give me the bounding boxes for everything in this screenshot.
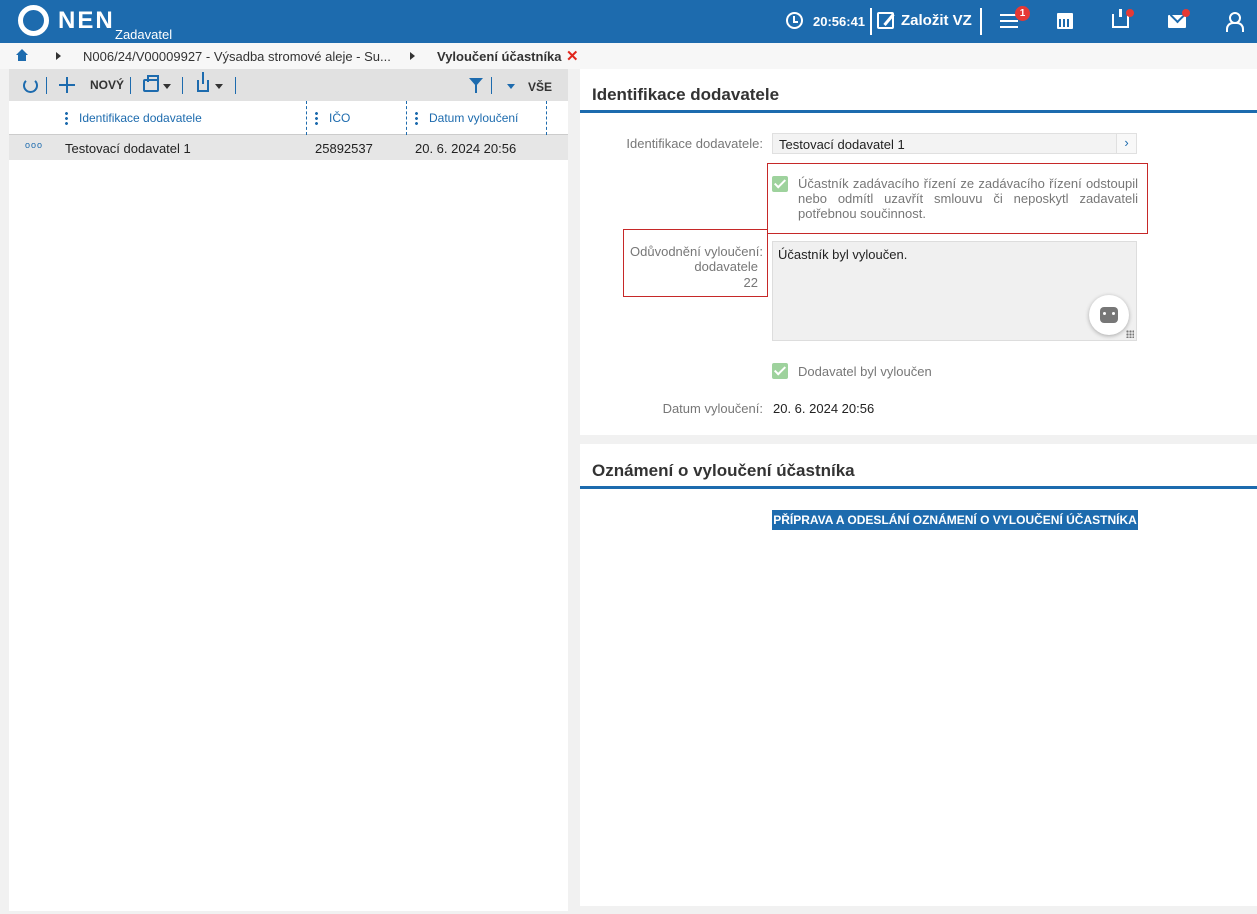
- send-exclusion-notice-button[interactable]: PŘÍPRAVA A ODESLÁNÍ OZNÁMENÍ O VYLOUČENÍ…: [772, 510, 1138, 530]
- mail-icon[interactable]: [1168, 15, 1186, 28]
- list-panel: NOVÝ VŠE Identifikace dodavatele IČO Dat…: [9, 69, 568, 911]
- divider: [130, 77, 131, 94]
- inbox-alert-dot: [1126, 9, 1134, 17]
- cell-supplier: Testovací dodavatel 1: [65, 141, 191, 156]
- chevron-down-icon[interactable]: [163, 84, 171, 89]
- divider: [980, 8, 982, 35]
- filter-icon[interactable]: [469, 78, 483, 93]
- chevron-down-icon[interactable]: [507, 84, 515, 89]
- print-icon[interactable]: [143, 75, 159, 92]
- robot-icon: [1100, 307, 1118, 323]
- breadcrumb-item-procurement[interactable]: N006/24/V00009927 - Výsadba stromové ale…: [83, 49, 391, 64]
- session-time: 20:56:41: [813, 14, 866, 29]
- column-resizer[interactable]: [406, 101, 407, 135]
- notice-panel: Oznámení o vyloučení účastníka PŘÍPRAVA …: [580, 444, 1257, 906]
- column-header-supplier[interactable]: Identifikace dodavatele: [79, 111, 202, 125]
- resize-handle-icon[interactable]: [1126, 330, 1134, 338]
- top-bar: NEN Zadavatel 20:56:41 Založit VZ 1: [0, 0, 1257, 43]
- divider: [491, 77, 492, 94]
- reason-label-line2: dodavatele: [694, 259, 758, 274]
- cell-ico: 25892537: [315, 141, 373, 156]
- reason-label: Odůvodnění vyloučení:: [630, 244, 763, 259]
- supplier-excluded-label: Dodavatel byl vyloučen: [798, 364, 932, 379]
- view-all-button[interactable]: VŠE: [528, 80, 552, 94]
- supplier-field[interactable]: Testovací dodavatel 1 ›: [772, 133, 1137, 154]
- create-vz-button[interactable]: Založit VZ: [901, 12, 972, 29]
- reason-value: Účastník byl vyloučen.: [778, 247, 908, 262]
- chevron-right-icon[interactable]: ›: [1116, 134, 1136, 153]
- exclusion-date-label: Datum vyloučení:: [662, 401, 763, 416]
- new-button[interactable]: NOVÝ: [90, 78, 124, 92]
- table-header: Identifikace dodavatele IČO Datum vylouč…: [9, 101, 568, 135]
- reason-textarea[interactable]: Účastník byl vyloučen.: [772, 241, 1137, 341]
- inbox-icon[interactable]: [1112, 9, 1129, 28]
- breadcrumb-item-current[interactable]: Vyloučení účastníka: [437, 49, 562, 64]
- row-menu-icon[interactable]: ooo: [25, 140, 43, 150]
- column-header-ico[interactable]: IČO: [329, 111, 350, 125]
- participant-withdrew-label: Účastník zadávacího řízení ze zadávacího…: [798, 176, 1138, 221]
- column-resizer[interactable]: [306, 101, 307, 135]
- list-toolbar: NOVÝ VŠE: [9, 69, 568, 101]
- chevron-down-icon[interactable]: [215, 84, 223, 89]
- column-menu-icon[interactable]: [65, 111, 68, 125]
- divider: [235, 77, 236, 94]
- cell-date: 20. 6. 2024 20:56: [415, 141, 517, 156]
- reason-char-count: 22: [743, 275, 758, 290]
- divider: [182, 77, 183, 94]
- nen-logo-icon[interactable]: [18, 5, 73, 36]
- supplier-excluded-checkbox[interactable]: [772, 363, 788, 379]
- export-icon[interactable]: [197, 72, 209, 92]
- edit-icon[interactable]: [877, 12, 894, 29]
- divider: [46, 77, 47, 94]
- column-menu-icon[interactable]: [315, 111, 318, 125]
- user-icon[interactable]: [1226, 12, 1244, 32]
- supplier-label: Identifikace dodavatele:: [626, 136, 763, 151]
- ai-assistant-button[interactable]: [1089, 295, 1129, 335]
- exclusion-date-value: 20. 6. 2024 20:56: [773, 401, 875, 416]
- brand-name[interactable]: NEN: [58, 7, 115, 35]
- refresh-icon[interactable]: [23, 78, 38, 93]
- supplier-value: Testovací dodavatel 1: [779, 137, 905, 152]
- breadcrumb-arrow-icon: [410, 52, 415, 60]
- column-header-date[interactable]: Datum vyloučení: [429, 111, 518, 125]
- divider: [580, 110, 1257, 113]
- breadcrumb: N006/24/V00009927 - Výsadba stromové ale…: [0, 43, 1257, 69]
- table-row[interactable]: ooo Testovací dodavatel 1 25892537 20. 6…: [9, 135, 568, 160]
- calendar-icon[interactable]: [1057, 13, 1073, 29]
- notification-badge: 1: [1015, 6, 1030, 21]
- column-resizer[interactable]: [546, 101, 547, 135]
- section-title: Oznámení o vyloučení účastníka: [592, 461, 855, 480]
- divider: [870, 8, 872, 35]
- participant-withdrew-checkbox[interactable]: [772, 176, 788, 192]
- section-title: Identifikace dodavatele: [592, 85, 780, 104]
- add-icon[interactable]: [59, 77, 75, 93]
- breadcrumb-arrow-icon: [56, 52, 61, 60]
- clock-icon: [786, 12, 803, 29]
- column-menu-icon[interactable]: [415, 111, 418, 125]
- brand-subtitle: Zadavatel: [115, 27, 173, 42]
- mail-alert-dot: [1182, 9, 1190, 17]
- close-tab-icon[interactable]: ✕: [566, 47, 579, 65]
- home-icon[interactable]: [15, 49, 29, 61]
- divider: [580, 486, 1257, 489]
- detail-panel: Identifikace dodavatele Identifikace dod…: [580, 69, 1257, 435]
